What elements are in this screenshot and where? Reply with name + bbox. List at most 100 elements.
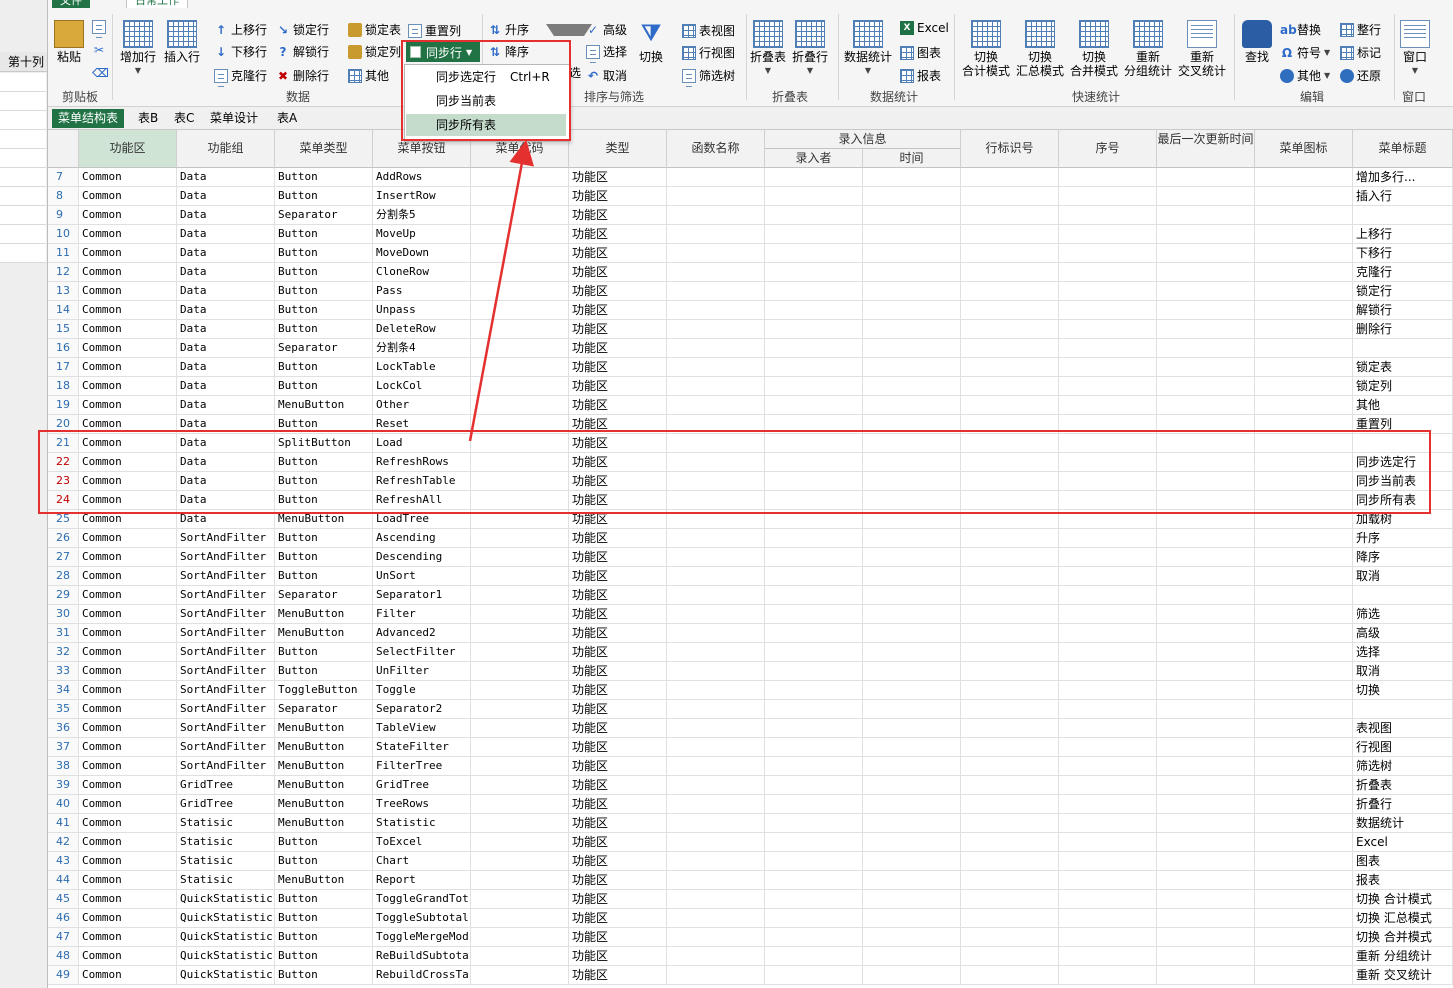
cell-menu-type[interactable]: Button — [275, 244, 373, 263]
cell-time[interactable] — [863, 814, 961, 833]
cell-seq[interactable] — [1059, 491, 1157, 510]
cell-group[interactable]: QuickStatistic — [177, 947, 275, 966]
cell-group[interactable]: Data — [177, 301, 275, 320]
cell-group[interactable]: Data — [177, 396, 275, 415]
cell-function-name[interactable] — [667, 909, 765, 928]
cell-row-id[interactable] — [961, 586, 1059, 605]
row-number[interactable]: 28 — [48, 567, 79, 586]
row-number[interactable]: 32 — [48, 643, 79, 662]
cell-seq[interactable] — [1059, 548, 1157, 567]
cell-menu-icon[interactable] — [1255, 453, 1353, 472]
cell-menu-title[interactable]: 重新 交叉统计 — [1353, 966, 1453, 985]
cell-menu-icon[interactable] — [1255, 510, 1353, 529]
cell-menu-type[interactable]: ToggleButton — [275, 681, 373, 700]
cell-menu-button[interactable]: ToExcel — [373, 833, 471, 852]
cell-last-updated[interactable] — [1157, 548, 1255, 567]
cell-seq[interactable] — [1059, 662, 1157, 681]
cell-menu-button[interactable]: LockTable — [373, 358, 471, 377]
cell-function-name[interactable] — [667, 339, 765, 358]
cell-seq[interactable] — [1059, 415, 1157, 434]
row-number[interactable]: 22 — [48, 453, 79, 472]
cell-last-updated[interactable] — [1157, 852, 1255, 871]
cell-menu-button[interactable]: 分割条5 — [373, 206, 471, 225]
cell-area[interactable]: Common — [79, 966, 177, 985]
cell-menu-button[interactable]: TableView — [373, 719, 471, 738]
cell-menu-type[interactable]: Button — [275, 928, 373, 947]
cell-last-updated[interactable] — [1157, 491, 1255, 510]
cell-menu-code[interactable] — [471, 795, 569, 814]
cell-menu-code[interactable] — [471, 168, 569, 187]
cell-menu-button[interactable]: Reset — [373, 415, 471, 434]
cell-menu-button[interactable]: UnSort — [373, 567, 471, 586]
cell-type[interactable]: 功能区 — [569, 643, 667, 662]
cell-last-updated[interactable] — [1157, 263, 1255, 282]
filter-tree-button[interactable]: 筛选树 — [682, 67, 735, 84]
cell-entered-by[interactable] — [765, 681, 863, 700]
cell-row-id[interactable] — [961, 282, 1059, 301]
cell-menu-type[interactable]: Button — [275, 358, 373, 377]
cell-row-id[interactable] — [961, 947, 1059, 966]
cell-entered-by[interactable] — [765, 472, 863, 491]
cell-area[interactable]: Common — [79, 662, 177, 681]
move-down-button[interactable]: ↓ 下移行 — [214, 43, 267, 60]
cell-group[interactable]: QuickStatistic — [177, 966, 275, 985]
cell-menu-icon[interactable] — [1255, 662, 1353, 681]
cell-menu-button[interactable]: StateFilter — [373, 738, 471, 757]
cell-time[interactable] — [863, 453, 961, 472]
cell-menu-code[interactable] — [471, 624, 569, 643]
row-number[interactable]: 8 — [48, 187, 79, 206]
cell-menu-button[interactable]: Toggle — [373, 681, 471, 700]
cell-menu-type[interactable]: Button — [275, 491, 373, 510]
cell-last-updated[interactable] — [1157, 453, 1255, 472]
cell-menu-title[interactable]: 重置列 — [1353, 415, 1453, 434]
cell-time[interactable] — [863, 776, 961, 795]
cell-row-id[interactable] — [961, 206, 1059, 225]
col-header-type[interactable]: 类型 — [569, 130, 667, 168]
tab-6[interactable] — [420, 0, 436, 8]
cell-entered-by[interactable] — [765, 434, 863, 453]
chart-button[interactable]: 图表 — [900, 44, 941, 61]
row-number[interactable]: 38 — [48, 757, 79, 776]
col-header-seq[interactable]: 序号 — [1059, 130, 1157, 168]
row-number[interactable]: 35 — [48, 700, 79, 719]
cell-menu-title[interactable]: 筛选树 — [1353, 757, 1453, 776]
cell-time[interactable] — [863, 624, 961, 643]
cell-menu-type[interactable]: Button — [275, 282, 373, 301]
cell-entered-by[interactable] — [765, 415, 863, 434]
cell-menu-icon[interactable] — [1255, 681, 1353, 700]
cell-menu-code[interactable] — [471, 206, 569, 225]
cell-last-updated[interactable] — [1157, 966, 1255, 985]
cell-type[interactable]: 功能区 — [569, 320, 667, 339]
cell-entered-by[interactable] — [765, 757, 863, 776]
cell-last-updated[interactable] — [1157, 871, 1255, 890]
cell-function-name[interactable] — [667, 187, 765, 206]
ascending-button[interactable]: ⇅ 升序 — [488, 21, 529, 38]
cell-row-id[interactable] — [961, 833, 1059, 852]
cell-menu-type[interactable]: Button — [275, 966, 373, 985]
cell-seq[interactable] — [1059, 681, 1157, 700]
cell-menu-type[interactable]: Button — [275, 890, 373, 909]
cell-area[interactable]: Common — [79, 757, 177, 776]
cell-menu-icon[interactable] — [1255, 833, 1353, 852]
cell-menu-title[interactable]: 表视图 — [1353, 719, 1453, 738]
cell-entered-by[interactable] — [765, 206, 863, 225]
cell-menu-code[interactable] — [471, 757, 569, 776]
row-number[interactable]: 9 — [48, 206, 79, 225]
row-number[interactable]: 17 — [48, 358, 79, 377]
cell-area[interactable]: Common — [79, 605, 177, 624]
cell-menu-type[interactable]: Button — [275, 453, 373, 472]
cell-last-updated[interactable] — [1157, 187, 1255, 206]
reset-col-button[interactable]: 重置列 — [408, 22, 461, 39]
cell-menu-type[interactable]: Button — [275, 852, 373, 871]
cell-area[interactable]: Common — [79, 491, 177, 510]
cell-entered-by[interactable] — [765, 548, 863, 567]
cell-menu-button[interactable]: DeleteRow — [373, 320, 471, 339]
cell-area[interactable]: Common — [79, 263, 177, 282]
cell-area[interactable]: Common — [79, 339, 177, 358]
left-column-header[interactable]: 第十列 — [0, 52, 47, 72]
cell-type[interactable]: 功能区 — [569, 377, 667, 396]
cell-menu-button[interactable]: MoveDown — [373, 244, 471, 263]
cell-entered-by[interactable] — [765, 700, 863, 719]
cell-menu-title[interactable]: 插入行 — [1353, 187, 1453, 206]
format-painter-button[interactable]: ⌫ — [92, 66, 109, 80]
